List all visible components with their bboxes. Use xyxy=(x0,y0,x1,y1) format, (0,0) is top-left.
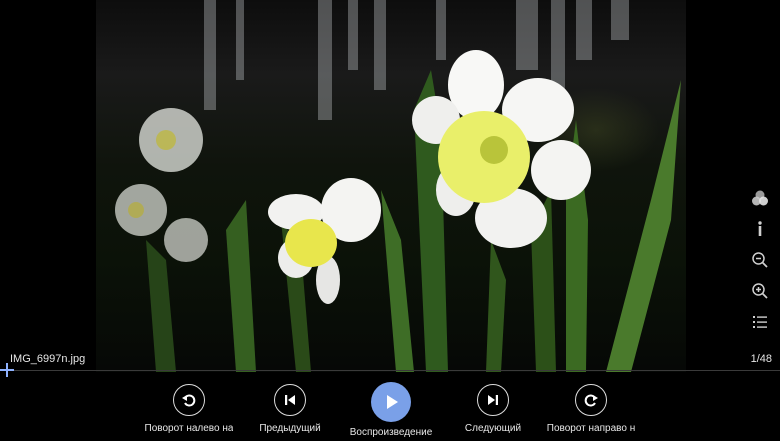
rotate-right-label: Поворот направо н xyxy=(546,423,636,434)
skip-next-icon xyxy=(477,384,509,416)
list-icon[interactable] xyxy=(749,311,771,333)
cursor-cross-icon xyxy=(0,363,14,377)
rotate-left-label: Поворот налево на xyxy=(144,423,234,434)
zoom-in-icon[interactable] xyxy=(749,280,771,302)
previous-button[interactable]: Предыдущий xyxy=(256,384,324,434)
previous-label: Предыдущий xyxy=(259,423,321,434)
rotate-left-icon xyxy=(173,384,205,416)
file-name: IMG_6997n.jpg xyxy=(10,353,86,365)
skip-previous-icon xyxy=(274,384,306,416)
rotate-right-icon xyxy=(575,384,607,416)
progress-cursor[interactable] xyxy=(0,363,14,377)
progress-track[interactable] xyxy=(0,370,780,371)
info-icon[interactable] xyxy=(749,218,771,240)
zoom-out-icon[interactable] xyxy=(749,249,771,271)
image-counter: 1/48 xyxy=(750,353,772,365)
daffodils-photo xyxy=(115,0,681,372)
play-icon xyxy=(371,382,411,422)
play-label: Воспроизведение xyxy=(349,427,433,438)
rotate-right-button[interactable]: Поворот направо н xyxy=(545,384,637,434)
rotate-left-button[interactable]: Поворот налево на xyxy=(143,384,235,434)
photo-viewer-image xyxy=(96,0,686,372)
next-label: Следующий xyxy=(464,423,522,434)
play-button[interactable]: Воспроизведение xyxy=(348,382,434,438)
next-button[interactable]: Следующий xyxy=(462,384,524,434)
playback-controls: Поворот налево на Предыдущий Воспроизвед… xyxy=(0,382,780,441)
side-toolbar xyxy=(749,187,771,342)
filters-icon[interactable] xyxy=(749,187,771,209)
